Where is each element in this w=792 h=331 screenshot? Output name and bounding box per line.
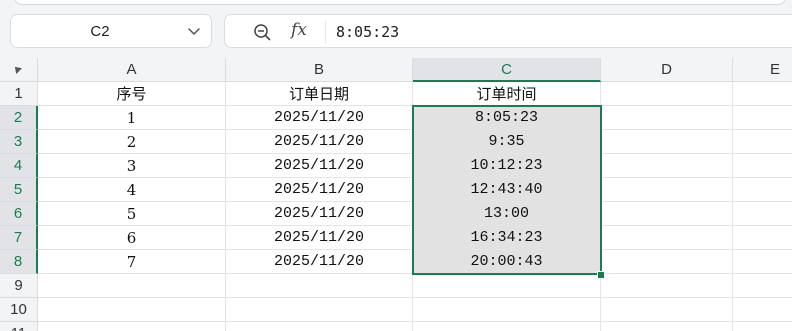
row-header-6[interactable]: 6	[0, 202, 38, 226]
row-header-11[interactable]: 11	[0, 322, 38, 331]
row-header-1[interactable]: 1	[0, 82, 38, 106]
cell-e3[interactable]	[733, 130, 792, 154]
select-all-icon	[12, 64, 22, 74]
cell-a2[interactable]: 1	[38, 106, 226, 130]
formula-bar[interactable]: fx 8:05:23	[224, 14, 792, 48]
cell-d5[interactable]	[601, 178, 733, 202]
formula-separator	[325, 21, 326, 43]
row-header-5[interactable]: 5	[0, 178, 38, 202]
cell-b1[interactable]: 订单日期	[226, 82, 413, 106]
toolbar-remnant	[0, 0, 792, 6]
cell-d7[interactable]	[601, 226, 733, 250]
row-header-2[interactable]: 2	[0, 106, 38, 130]
cell-a1[interactable]: 序号	[38, 82, 226, 106]
cell-e4[interactable]	[733, 154, 792, 178]
cell-e7[interactable]	[733, 226, 792, 250]
toolbar-edge	[14, 0, 786, 5]
cell-a3[interactable]: 2	[38, 130, 226, 154]
row-header-8[interactable]: 8	[0, 250, 38, 274]
cell-a4[interactable]: 3	[38, 154, 226, 178]
zoom-out-icon[interactable]	[253, 23, 271, 41]
cell-b11[interactable]	[226, 322, 413, 331]
cell-b7[interactable]: 2025/11/20	[226, 226, 413, 250]
cell-b10[interactable]	[226, 298, 413, 322]
cell-d10[interactable]	[601, 298, 733, 322]
cell-c9[interactable]	[413, 274, 601, 298]
cell-a11[interactable]	[38, 322, 226, 331]
cell-a6[interactable]: 5	[38, 202, 226, 226]
cell-a8[interactable]: 7	[38, 250, 226, 274]
name-box[interactable]: C2	[10, 14, 212, 48]
cell-c4[interactable]: 10:12:23	[413, 154, 601, 178]
cell-d6[interactable]	[601, 202, 733, 226]
cell-d3[interactable]	[601, 130, 733, 154]
row-header-3[interactable]: 3	[0, 130, 38, 154]
cell-c6[interactable]: 13:00	[413, 202, 601, 226]
cell-e10[interactable]	[733, 298, 792, 322]
fx-icon[interactable]: fx	[291, 20, 307, 40]
cell-c10[interactable]	[413, 298, 601, 322]
cell-b5[interactable]: 2025/11/20	[226, 178, 413, 202]
column-header-b[interactable]: B	[226, 58, 413, 82]
formula-input[interactable]: 8:05:23	[336, 15, 399, 49]
cell-a9[interactable]	[38, 274, 226, 298]
cell-a5[interactable]: 4	[38, 178, 226, 202]
column-header-d[interactable]: D	[601, 58, 733, 82]
cell-d11[interactable]	[601, 322, 733, 331]
cell-b2[interactable]: 2025/11/20	[226, 106, 413, 130]
cell-c2[interactable]: 8:05:23	[413, 106, 601, 130]
cell-e8[interactable]	[733, 250, 792, 274]
fill-handle[interactable]	[597, 271, 605, 279]
cell-d9[interactable]	[601, 274, 733, 298]
cell-e5[interactable]	[733, 178, 792, 202]
cell-b9[interactable]	[226, 274, 413, 298]
cell-d8[interactable]	[601, 250, 733, 274]
spreadsheet-grid: A B C D E 1 2 3 4 5 6 7 8 9 10 11 序号 订单日…	[0, 58, 792, 331]
select-all-corner[interactable]	[0, 58, 38, 82]
cell-d1[interactable]	[601, 82, 733, 106]
cell-e1[interactable]	[733, 82, 792, 106]
cell-e6[interactable]	[733, 202, 792, 226]
cell-b4[interactable]: 2025/11/20	[226, 154, 413, 178]
column-header-e[interactable]: E	[733, 58, 792, 82]
column-header-a[interactable]: A	[38, 58, 226, 82]
cell-c3[interactable]: 9:35	[413, 130, 601, 154]
cell-a7[interactable]: 6	[38, 226, 226, 250]
row-header-7[interactable]: 7	[0, 226, 38, 250]
row-header-9[interactable]: 9	[0, 274, 38, 298]
cell-e11[interactable]	[733, 322, 792, 331]
row-header-4[interactable]: 4	[0, 154, 38, 178]
cell-c8[interactable]: 20:00:43	[413, 250, 601, 274]
cell-c11[interactable]	[413, 322, 601, 331]
cell-d2[interactable]	[601, 106, 733, 130]
cell-c5[interactable]: 12:43:40	[413, 178, 601, 202]
cell-a10[interactable]	[38, 298, 226, 322]
cell-b8[interactable]: 2025/11/20	[226, 250, 413, 274]
cell-e9[interactable]	[733, 274, 792, 298]
row-header-10[interactable]: 10	[0, 298, 38, 322]
cell-e2[interactable]	[733, 106, 792, 130]
column-header-c[interactable]: C	[413, 58, 601, 82]
chevron-down-icon[interactable]	[186, 23, 202, 39]
cell-c1[interactable]: 订单时间	[413, 82, 601, 106]
cell-c7[interactable]: 16:34:23	[413, 226, 601, 250]
name-box-value: C2	[90, 23, 110, 40]
cell-b6[interactable]: 2025/11/20	[226, 202, 413, 226]
cell-d4[interactable]	[601, 154, 733, 178]
cell-b3[interactable]: 2025/11/20	[226, 130, 413, 154]
